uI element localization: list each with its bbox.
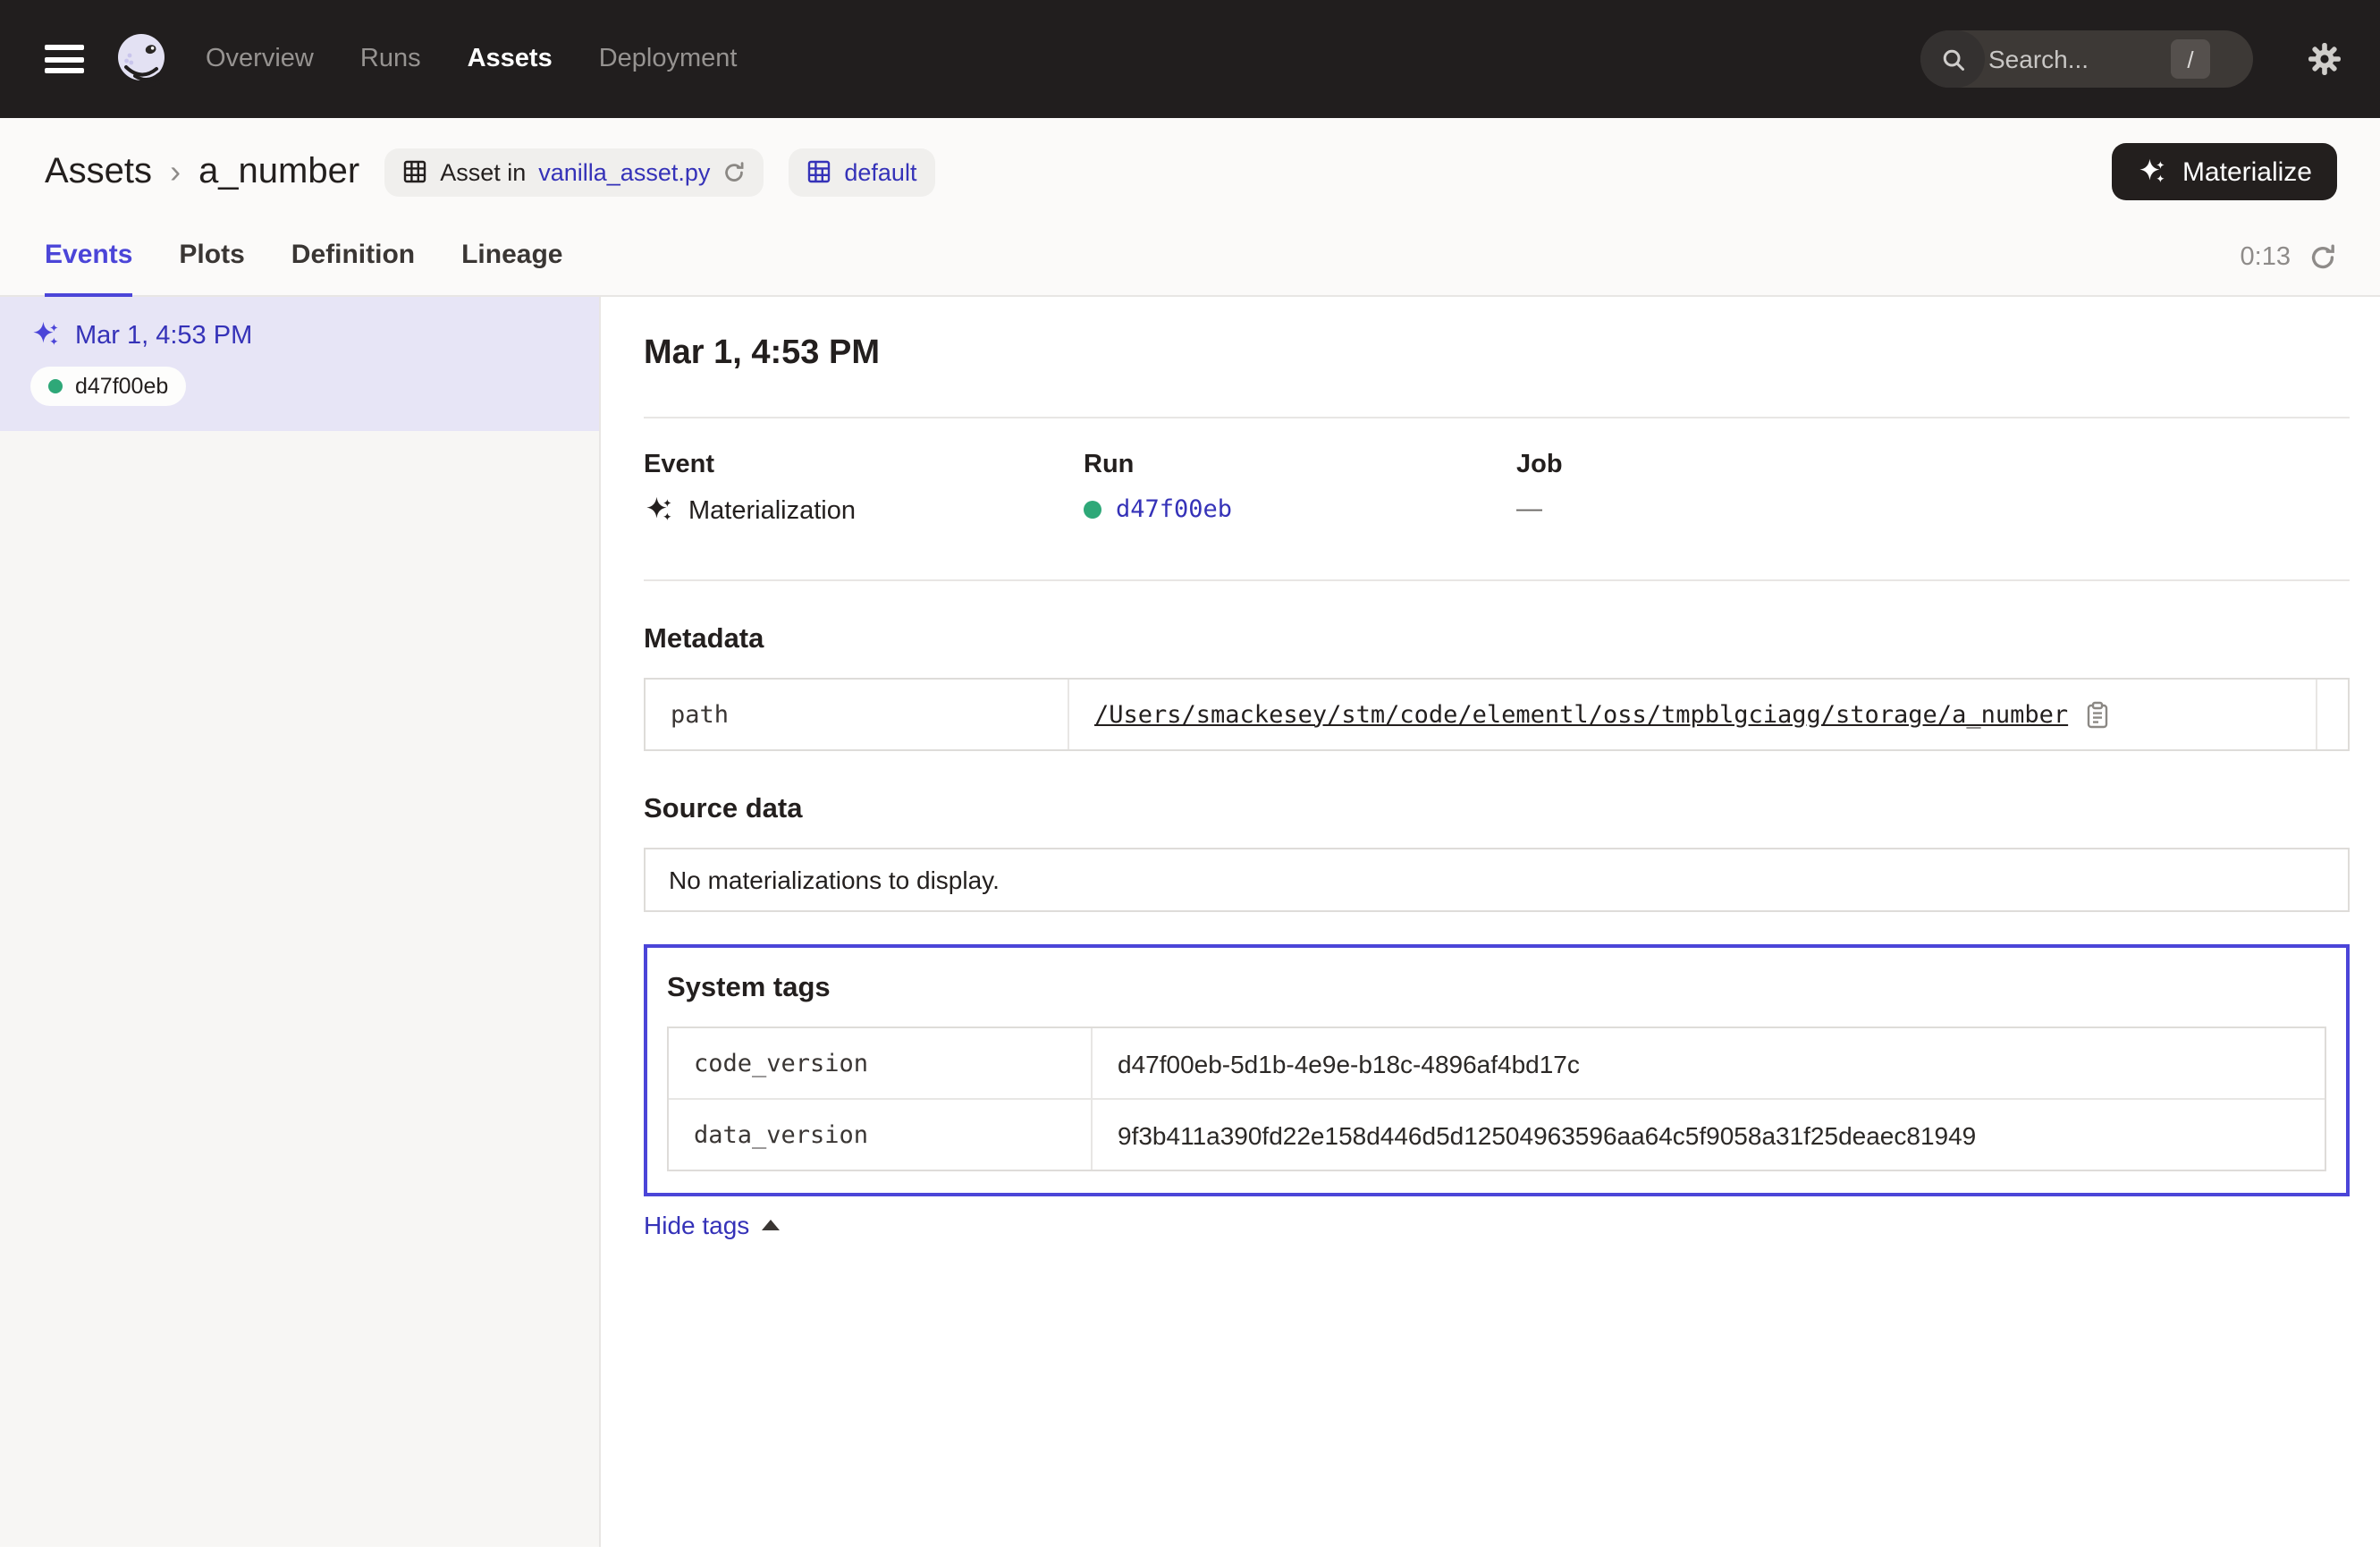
materialize-button-label: Materialize <box>2182 156 2312 187</box>
system-tags-table: code_version d47f00eb-5d1b-4e9e-b18c-489… <box>667 1027 2326 1171</box>
source-data-empty-box: No materializations to display. <box>644 848 2350 912</box>
job-label: Job <box>1516 451 2350 479</box>
event-detail-pane: Mar 1, 4:53 PM Event Materialization <box>601 297 2380 1547</box>
asset-pill-file-link[interactable]: vanilla_asset.py <box>538 158 710 185</box>
run-id-link[interactable]: d47f00eb <box>1116 495 1232 524</box>
table-stub-cell <box>2316 680 2348 749</box>
sparkle-icon <box>30 320 61 351</box>
metadata-key: path <box>646 680 1069 749</box>
event-list-item[interactable]: Mar 1, 4:53 PM d47f00eb <box>0 297 599 431</box>
asset-definition-pill[interactable]: Asset in vanilla_asset.py <box>384 148 764 196</box>
asset-group-pill[interactable]: default <box>789 148 934 196</box>
search-input[interactable] <box>1985 43 2171 75</box>
asset-icon <box>402 159 427 184</box>
dagster-asset-page: Overview Runs Assets Deployment / <box>0 0 2380 1563</box>
refresh-icon[interactable] <box>2308 242 2337 271</box>
system-tag-key: data_version <box>669 1100 1093 1170</box>
breadcrumb: Assets › a_number Asset in vanilla_asset… <box>0 118 2380 218</box>
run-column: Run d47f00eb <box>1084 451 1516 526</box>
event-timestamp: Mar 1, 4:53 PM <box>75 321 252 350</box>
hide-tags-link[interactable]: Hide tags <box>644 1211 780 1239</box>
metadata-table: path /Users/smackesey/stm/code/elementl/… <box>644 678 2350 751</box>
top-nav: Overview Runs Assets Deployment / <box>0 0 2380 118</box>
run-id-text: d47f00eb <box>75 374 168 399</box>
table-row: code_version d47f00eb-5d1b-4e9e-b18c-489… <box>669 1028 2325 1098</box>
tabs-bar: Events Plots Definition Lineage 0:13 <box>0 218 2380 297</box>
system-tag-key: code_version <box>669 1028 1093 1098</box>
chevron-right-icon: › <box>170 153 181 190</box>
status-dot <box>48 379 63 393</box>
event-column: Event Materialization <box>644 451 1084 526</box>
nav-item-overview[interactable]: Overview <box>206 45 314 73</box>
search-shortcut-key: / <box>2171 39 2210 79</box>
status-dot <box>1084 501 1101 519</box>
system-tags-section: System tags code_version d47f00eb-5d1b-4… <box>644 944 2350 1196</box>
run-label: Run <box>1084 451 1516 479</box>
group-icon <box>806 159 831 184</box>
divider <box>644 579 2350 581</box>
tab-lineage[interactable]: Lineage <box>461 217 562 296</box>
page-header: Assets › a_number Asset in vanilla_asset… <box>0 118 2380 297</box>
nav-item-runs[interactable]: Runs <box>360 45 421 73</box>
system-tag-value: 9f3b411a390fd22e158d446d5d12504963596aa6… <box>1118 1120 1976 1149</box>
table-row: data_version 9f3b411a390fd22e158d446d5d1… <box>669 1098 2325 1170</box>
sparkle-icon <box>2138 156 2168 187</box>
event-type-value: Materialization <box>688 496 856 525</box>
job-column: Job — <box>1516 451 2350 526</box>
nav-item-assets[interactable]: Assets <box>468 45 553 73</box>
system-tags-heading: System tags <box>667 973 2326 1005</box>
metadata-heading: Metadata <box>644 624 2350 656</box>
divider <box>644 417 2350 418</box>
hide-tags-label: Hide tags <box>644 1211 749 1239</box>
caret-up-icon <box>762 1220 780 1230</box>
source-data-heading: Source data <box>644 794 2350 826</box>
dagster-logo <box>113 30 170 88</box>
event-label: Event <box>644 451 1084 479</box>
tab-events[interactable]: Events <box>45 217 132 296</box>
menu-icon[interactable] <box>45 45 84 73</box>
page-title: a_number <box>198 151 359 192</box>
nav-links: Overview Runs Assets Deployment <box>206 45 737 73</box>
search-box[interactable]: / <box>1920 30 2253 88</box>
content-area: Mar 1, 4:53 PM d47f00eb Mar 1, 4:53 PM E… <box>0 297 2380 1547</box>
job-empty-value: — <box>1516 495 1542 524</box>
event-run-job-grid: Event Materialization Run d47f0 <box>644 451 2350 526</box>
refresh-countdown: 0:13 <box>2241 242 2291 271</box>
tab-plots[interactable]: Plots <box>179 217 244 296</box>
gear-icon[interactable] <box>2307 41 2342 77</box>
materialize-button[interactable]: Materialize <box>2113 143 2337 200</box>
group-pill-label: default <box>844 158 916 185</box>
event-detail-title: Mar 1, 4:53 PM <box>644 334 2350 374</box>
source-data-empty-message: No materializations to display. <box>669 866 1000 894</box>
reload-icon[interactable] <box>722 160 746 183</box>
system-tag-value: d47f00eb-5d1b-4e9e-b18c-4896af4bd17c <box>1118 1049 1580 1077</box>
search-icon <box>1920 30 1985 88</box>
asset-pill-prefix: Asset in <box>440 158 526 185</box>
run-id-badge[interactable]: d47f00eb <box>30 367 186 406</box>
metadata-path-link[interactable]: /Users/smackesey/stm/code/elementl/oss/t… <box>1094 700 2068 729</box>
table-row: path /Users/smackesey/stm/code/elementl/… <box>646 680 2348 749</box>
event-list-sidebar: Mar 1, 4:53 PM d47f00eb <box>0 297 601 1547</box>
nav-item-deployment[interactable]: Deployment <box>599 45 738 73</box>
breadcrumb-root[interactable]: Assets <box>45 151 152 192</box>
tab-definition[interactable]: Definition <box>291 217 415 296</box>
sparkle-icon <box>644 495 674 526</box>
copy-icon[interactable] <box>2084 700 2109 729</box>
